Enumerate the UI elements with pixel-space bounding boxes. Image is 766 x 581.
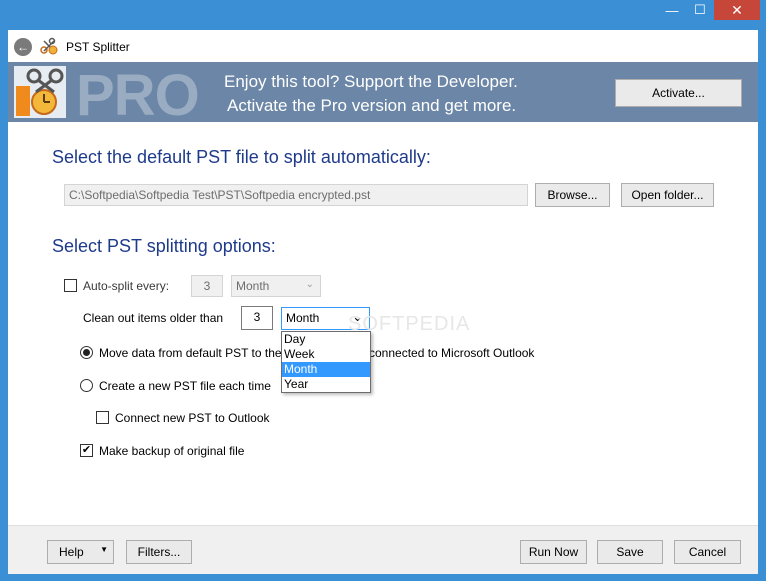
auto-split-unit-value: Month (236, 279, 270, 293)
backup-checkbox[interactable]: ✔ (80, 444, 93, 457)
move-data-radio[interactable] (80, 346, 93, 359)
help-label: Help (59, 545, 84, 559)
auto-split-checkbox[interactable] (64, 279, 77, 292)
pro-banner: PRO Enjoy this tool? Support the Develop… (8, 62, 758, 122)
window-title: PST Splitter (66, 40, 130, 54)
cancel-button[interactable]: Cancel (674, 540, 741, 564)
scissors-logo-icon (14, 66, 66, 118)
file-section-heading: Select the default PST file to split aut… (52, 147, 431, 167)
pst-path-field[interactable]: C:\Softpedia\Softpedia Test\PST\Softpedi… (64, 184, 528, 206)
browse-button[interactable]: Browse... (535, 183, 610, 207)
options-heading: Select PST splitting options: (52, 236, 276, 256)
connect-to-outlook-checkbox[interactable] (96, 411, 109, 424)
banner-line-2: Activate the Pro version and get more. (227, 96, 517, 115)
auto-split-number[interactable]: 3 (191, 275, 223, 297)
help-button[interactable]: Help ▼ (47, 540, 114, 564)
checkmark-icon: ✔ (81, 444, 92, 456)
save-button[interactable]: Save (597, 540, 663, 564)
backup-label: Make backup of original file (99, 444, 245, 458)
auto-split-label: Auto-split every: (83, 279, 170, 293)
move-data-label-right: connected to Microsoft Outlook (369, 346, 535, 360)
dropdown-option-day[interactable]: Day (282, 332, 370, 347)
chevron-down-icon: ⌄ (305, 279, 314, 290)
dropdown-arrow-icon: ▼ (100, 545, 108, 554)
pro-logo-text: PRO (76, 63, 200, 122)
run-now-button[interactable]: Run Now (520, 540, 587, 564)
clean-out-number[interactable]: 3 (241, 306, 273, 330)
clean-out-unit-value: Month (286, 311, 320, 325)
title-bar: ← PST Splitter (8, 30, 758, 62)
dropdown-option-week[interactable]: Week (282, 347, 370, 362)
radio-selected-dot (83, 349, 90, 356)
scissors-clock-icon (40, 37, 58, 55)
create-new-pst-radio[interactable] (80, 379, 93, 392)
close-button[interactable]: ✕ (714, 0, 760, 20)
back-arrow-icon[interactable]: ← (14, 38, 32, 56)
connect-to-outlook-label: Connect new PST to Outlook (115, 411, 270, 425)
activate-button[interactable]: Activate... (615, 79, 742, 107)
auto-split-unit-select[interactable]: Month ⌄ (231, 275, 321, 297)
move-data-label-left: Move data from default PST to the (99, 346, 282, 360)
footer-bar: Help ▼ Filters... Run Now Save Cancel (8, 525, 758, 574)
minimize-button[interactable]: — (658, 0, 686, 20)
open-folder-button[interactable]: Open folder... (621, 183, 714, 207)
unit-dropdown-list: Day Week Month Year (281, 331, 371, 393)
filters-button[interactable]: Filters... (126, 540, 192, 564)
banner-line-1: Enjoy this tool? Support the Developer. (224, 72, 518, 91)
clean-out-label: Clean out items older than (83, 311, 224, 325)
caption-buttons: — ☐ ✕ (658, 0, 760, 22)
dropdown-option-month[interactable]: Month (282, 362, 370, 377)
maximize-button[interactable]: ☐ (686, 0, 714, 20)
create-new-pst-label: Create a new PST file each time (99, 379, 271, 393)
client-area: ← PST Splitter PRO Enjoy this tool? Supp… (8, 30, 758, 574)
dropdown-option-year[interactable]: Year (282, 377, 370, 392)
app-window: — ☐ ✕ ← PST Splitter PRO Enjoy this tool… (0, 0, 766, 581)
